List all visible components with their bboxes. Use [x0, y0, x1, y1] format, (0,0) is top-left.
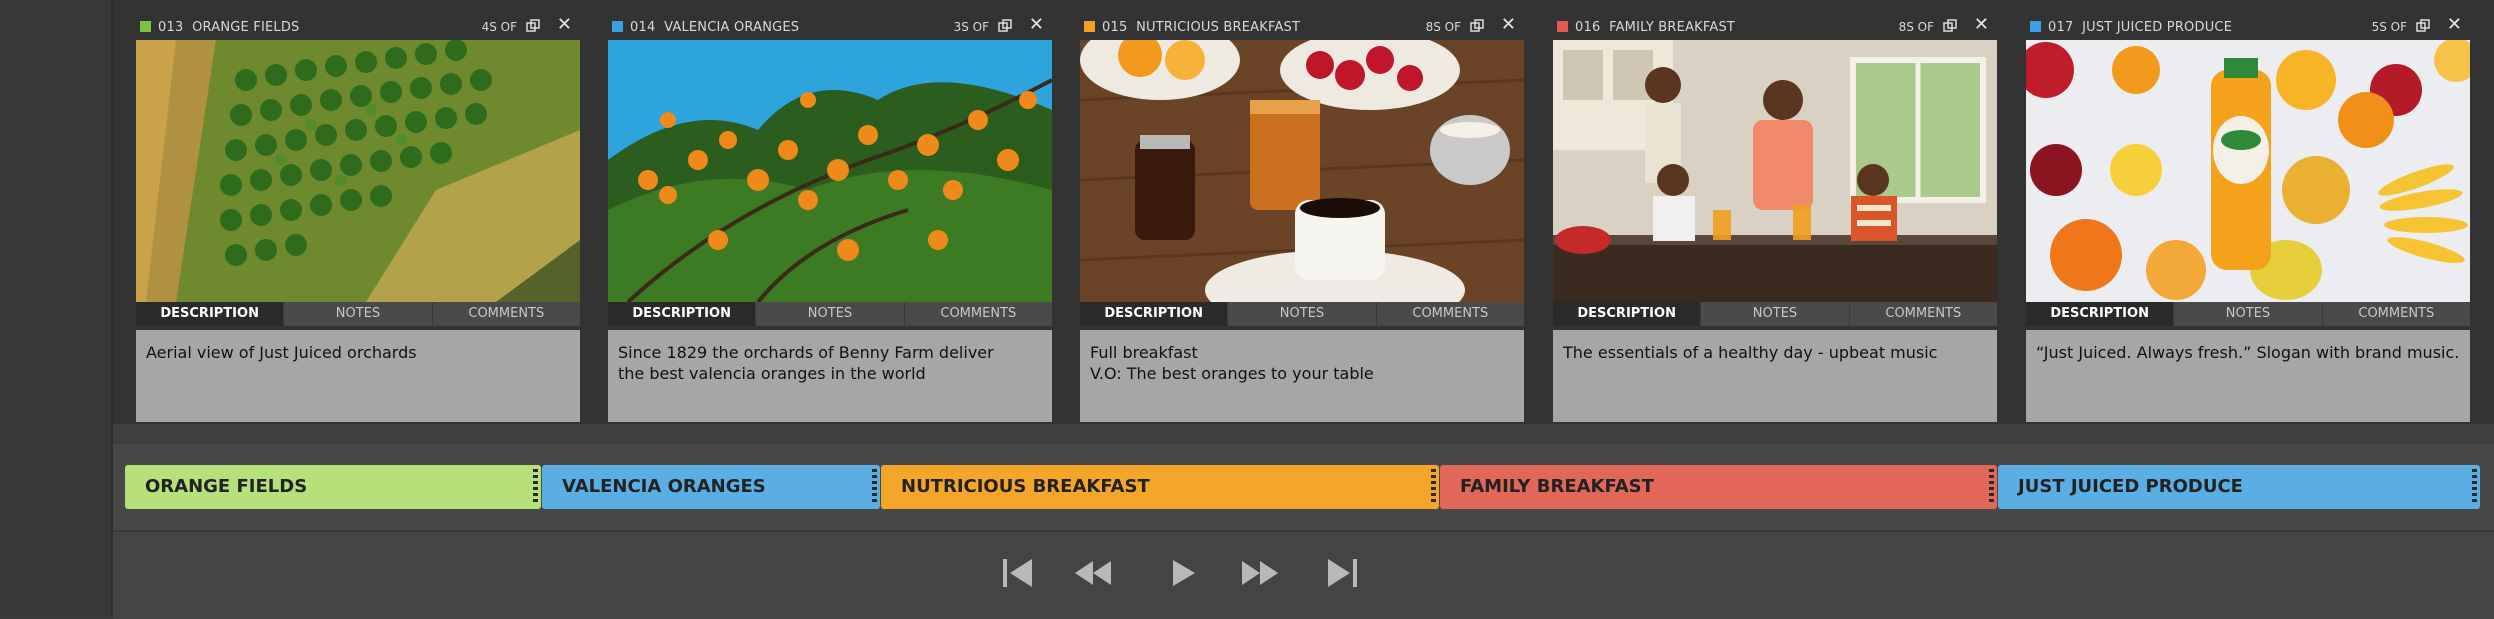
tab-description[interactable]: DESCRIPTION — [1080, 302, 1229, 326]
close-icon[interactable]: ✕ — [1029, 16, 1044, 34]
skip-to-start-icon[interactable] — [998, 553, 1038, 593]
tab-comments[interactable]: COMMENTS — [1377, 302, 1524, 326]
orange-tree-image — [608, 40, 1052, 302]
close-icon[interactable]: ✕ — [1501, 16, 1516, 34]
tab-comments[interactable]: COMMENTS — [433, 302, 580, 326]
color-swatch — [140, 21, 151, 32]
color-swatch — [612, 21, 623, 32]
skip-to-end-icon[interactable] — [1322, 553, 1362, 593]
card-header: 017 JUST JUICED PRODUCE 5S OF ✕ — [2026, 14, 2470, 40]
card-duration: 8S OF — [1898, 20, 1934, 34]
shot-card[interactable]: 013 ORANGE FIELDS 4S OF ✕ DESCRIPTION NO… — [136, 14, 580, 422]
card-duration: 3S OF — [953, 20, 989, 34]
timeline-clip-orange-fields[interactable]: ORANGE FIELDS — [125, 465, 541, 509]
duplicate-icon[interactable] — [526, 19, 540, 33]
left-rail — [0, 0, 113, 617]
card-title: 015 NUTRICIOUS BREAKFAST — [1102, 20, 1301, 35]
fast-forward-icon[interactable] — [1240, 553, 1280, 593]
tab-comments[interactable]: COMMENTS — [2323, 302, 2470, 326]
family-kitchen-image — [1553, 40, 1997, 302]
description-text[interactable]: “Just Juiced. Always fresh.” Slogan with… — [2026, 330, 2470, 422]
duplicate-icon[interactable] — [2416, 19, 2430, 33]
rewind-icon[interactable] — [1073, 553, 1113, 593]
card-header: 013 ORANGE FIELDS 4S OF ✕ — [136, 14, 580, 40]
tab-notes[interactable]: NOTES — [1701, 302, 1850, 326]
card-title: 017 JUST JUICED PRODUCE — [2048, 20, 2233, 35]
tab-description[interactable]: DESCRIPTION — [608, 302, 757, 326]
timeline-clip-nutricious-breakfast[interactable]: NUTRICIOUS BREAKFAST — [881, 465, 1439, 509]
juice-produce-image — [2026, 40, 2470, 302]
breakfast-table-image — [1080, 40, 1524, 302]
card-tabs: DESCRIPTION NOTES COMMENTS — [2026, 302, 2470, 326]
play-icon[interactable] — [1163, 553, 1203, 593]
color-swatch — [2030, 21, 2041, 32]
description-text[interactable]: The essentials of a healthy day - upbeat… — [1553, 330, 1997, 422]
clip-resize-handle[interactable] — [533, 469, 538, 505]
tab-description[interactable]: DESCRIPTION — [1553, 302, 1702, 326]
clip-resize-handle[interactable] — [2472, 469, 2477, 505]
transport-bar — [113, 530, 2494, 619]
description-text[interactable]: Full breakfast V.O: The best oranges to … — [1080, 330, 1524, 422]
tab-notes[interactable]: NOTES — [284, 302, 433, 326]
duplicate-icon[interactable] — [1470, 19, 1484, 33]
shot-card[interactable]: 014 VALENCIA ORANGES 3S OF ✕ DESCRIPTION… — [608, 14, 1052, 422]
clip-resize-handle[interactable] — [1431, 469, 1436, 505]
tab-notes[interactable]: NOTES — [1228, 302, 1377, 326]
card-duration: 8S OF — [1425, 20, 1461, 34]
tab-comments[interactable]: COMMENTS — [905, 302, 1052, 326]
card-title: 014 VALENCIA ORANGES — [630, 20, 800, 35]
timeline-clip-valencia-oranges[interactable]: VALENCIA ORANGES — [542, 465, 880, 509]
duplicate-icon[interactable] — [1943, 19, 1957, 33]
timeline-clip-just-juiced-produce[interactable]: JUST JUICED PRODUCE — [1998, 465, 2480, 509]
tab-comments[interactable]: COMMENTS — [1850, 302, 1997, 326]
close-icon[interactable]: ✕ — [2447, 16, 2462, 34]
card-duration: 5S OF — [2371, 20, 2407, 34]
card-duration: 4S OF — [481, 20, 517, 34]
card-header: 016 FAMILY BREAKFAST 8S OF ✕ — [1553, 14, 1997, 40]
panel-divider — [113, 424, 2494, 444]
card-tabs: DESCRIPTION NOTES COMMENTS — [1553, 302, 1997, 326]
clip-resize-handle[interactable] — [872, 469, 877, 505]
card-tabs: DESCRIPTION NOTES COMMENTS — [608, 302, 1052, 326]
card-header: 015 NUTRICIOUS BREAKFAST 8S OF ✕ — [1080, 14, 1524, 40]
card-title: 016 FAMILY BREAKFAST — [1575, 20, 1736, 35]
tab-description[interactable]: DESCRIPTION — [2026, 302, 2175, 326]
clip-label: ORANGE FIELDS — [145, 476, 308, 497]
clip-label: JUST JUICED PRODUCE — [2018, 476, 2243, 497]
card-header: 014 VALENCIA ORANGES 3S OF ✕ — [608, 14, 1052, 40]
tab-notes[interactable]: NOTES — [2174, 302, 2323, 326]
tab-notes[interactable]: NOTES — [756, 302, 905, 326]
clip-resize-handle[interactable] — [1989, 469, 1994, 505]
aerial-orchard-image — [136, 40, 580, 302]
shot-card[interactable]: 017 JUST JUICED PRODUCE 5S OF ✕ DESCRIPT… — [2026, 14, 2470, 422]
close-icon[interactable]: ✕ — [557, 16, 572, 34]
shot-card[interactable]: 016 FAMILY BREAKFAST 8S OF ✕ DESCRIPTION… — [1553, 14, 1997, 422]
clip-label: FAMILY BREAKFAST — [1460, 476, 1654, 497]
color-swatch — [1084, 21, 1095, 32]
close-icon[interactable]: ✕ — [1974, 16, 1989, 34]
card-tabs: DESCRIPTION NOTES COMMENTS — [1080, 302, 1524, 326]
description-text[interactable]: Since 1829 the orchards of Benny Farm de… — [608, 330, 1052, 422]
description-text[interactable]: Aerial view of Just Juiced orchards — [136, 330, 580, 422]
card-title: 013 ORANGE FIELDS — [158, 20, 300, 35]
tab-description[interactable]: DESCRIPTION — [136, 302, 285, 326]
color-swatch — [1557, 21, 1568, 32]
shot-card[interactable]: 015 NUTRICIOUS BREAKFAST 8S OF ✕ DESCRIP… — [1080, 14, 1524, 422]
timeline-clip-family-breakfast[interactable]: FAMILY BREAKFAST — [1440, 465, 1997, 509]
duplicate-icon[interactable] — [998, 19, 1012, 33]
clip-label: VALENCIA ORANGES — [562, 476, 766, 497]
clip-label: NUTRICIOUS BREAKFAST — [901, 476, 1150, 497]
card-tabs: DESCRIPTION NOTES COMMENTS — [136, 302, 580, 326]
